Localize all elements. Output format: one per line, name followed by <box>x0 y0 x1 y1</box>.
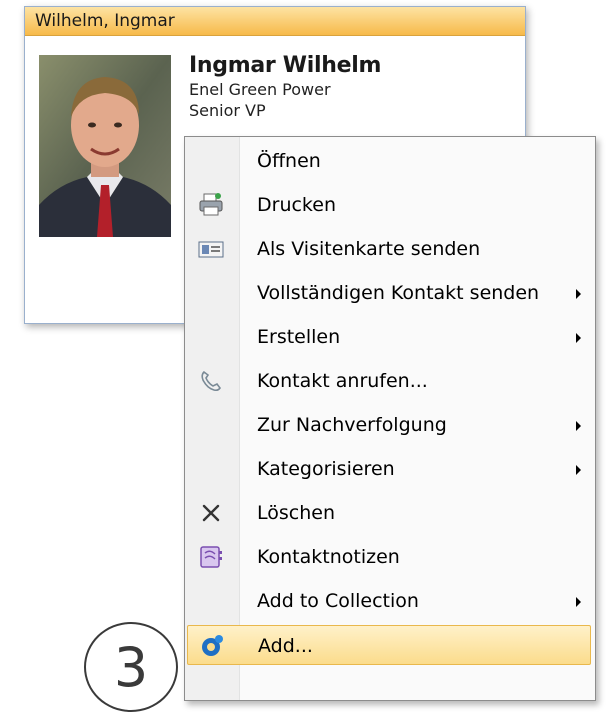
delete-icon <box>195 498 227 528</box>
phone-icon <box>195 366 227 396</box>
submenu-arrow-icon <box>576 421 581 431</box>
submenu-arrow-icon <box>576 465 581 475</box>
contact-job-title: Senior VP <box>189 101 266 120</box>
menu-item-label: Drucken <box>257 194 336 216</box>
menu-item-label: Als Visitenkarte senden <box>257 238 481 260</box>
menu-item-print[interactable]: Drucken <box>187 185 591 225</box>
submenu-arrow-icon <box>576 289 581 299</box>
menu-item-label: Add... <box>258 635 313 657</box>
contact-name: Ingmar Wilhelm <box>189 53 382 78</box>
printer-icon <box>195 190 227 220</box>
contact-portrait-image <box>39 55 171 237</box>
contact-company: Enel Green Power <box>189 80 331 99</box>
menu-item-label: Erstellen <box>257 326 341 348</box>
menu-item-add[interactable]: Add... <box>187 625 591 665</box>
menu-item-follow-up[interactable]: Zur Nachverfolgung <box>187 405 591 445</box>
outlook-add-icon <box>196 631 228 661</box>
menu-item-add-to-collection[interactable]: Add to Collection <box>187 581 591 621</box>
menu-item-label: Löschen <box>257 502 335 524</box>
menu-item-label: Zur Nachverfolgung <box>257 414 447 436</box>
menu-item-label: Add to Collection <box>257 590 419 612</box>
context-menu: Öffnen Drucken Als Visitenkarte senden V… <box>184 136 596 701</box>
menu-item-send-full-contact[interactable]: Vollständigen Kontakt senden <box>187 273 591 313</box>
menu-item-label: Öffnen <box>257 150 321 172</box>
menu-item-create[interactable]: Erstellen <box>187 317 591 357</box>
menu-item-label: Kontaktnotizen <box>257 546 400 568</box>
menu-item-open[interactable]: Öffnen <box>187 141 591 181</box>
menu-item-contact-notes[interactable]: Kontaktnotizen <box>187 537 591 577</box>
menu-item-send-business-card[interactable]: Als Visitenkarte senden <box>187 229 591 269</box>
menu-item-categorize[interactable]: Kategorisieren <box>187 449 591 489</box>
menu-item-call-contact[interactable]: Kontakt anrufen... <box>187 361 591 401</box>
card-header-title: Wilhelm, Ingmar <box>25 7 525 36</box>
contact-notes-icon <box>195 542 227 572</box>
menu-item-label: Vollständigen Kontakt senden <box>257 282 540 304</box>
contact-photo <box>39 55 171 237</box>
business-card-icon <box>195 234 227 264</box>
submenu-arrow-icon <box>576 597 581 607</box>
step-number-marker: 3 <box>84 622 178 712</box>
menu-item-label: Kontakt anrufen... <box>257 370 428 392</box>
submenu-arrow-icon <box>576 333 581 343</box>
menu-item-label: Kategorisieren <box>257 458 395 480</box>
menu-item-delete[interactable]: Löschen <box>187 493 591 533</box>
